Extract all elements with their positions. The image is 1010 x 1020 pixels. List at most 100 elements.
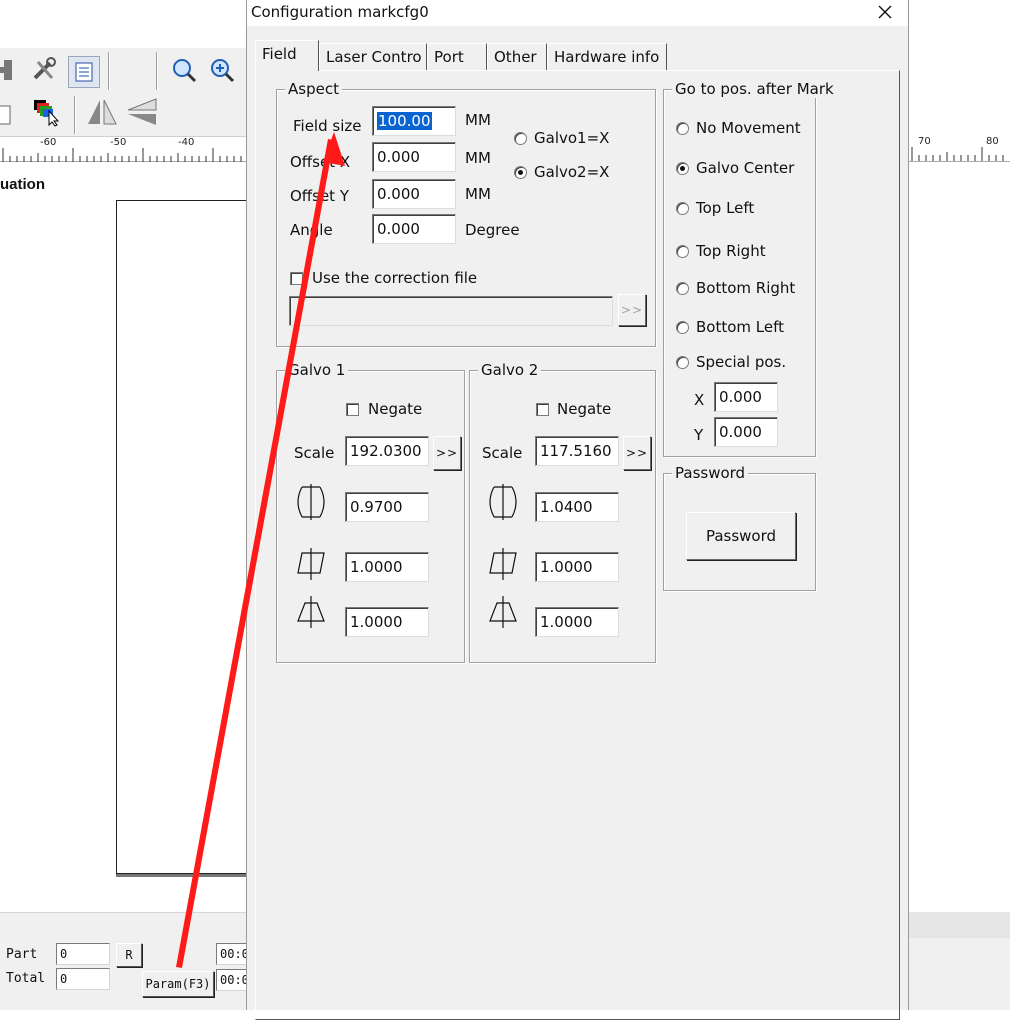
goto-radio-bottom-left[interactable]	[676, 321, 689, 334]
offset-y-label: Offset Y	[290, 187, 349, 205]
galvo1-negate-label: Negate	[368, 400, 423, 418]
goto-radio-no-movement[interactable]	[676, 122, 689, 135]
galvo1-scale-input[interactable]: 192.0300	[345, 436, 429, 466]
galvo2-scale-button[interactable]: >>	[623, 436, 651, 470]
password-button[interactable]: Password	[686, 512, 796, 560]
zoom-in-icon[interactable]	[206, 54, 238, 86]
trapezoid-distortion-icon	[297, 596, 325, 628]
offset-y-unit: MM	[465, 185, 491, 203]
tab-port[interactable]: Port	[427, 43, 487, 71]
layers-icon[interactable]	[30, 96, 62, 128]
use-correction-label: Use the correction file	[312, 269, 478, 287]
field-size-input[interactable]: 100.00	[372, 106, 456, 136]
tab-laser-control[interactable]: Laser Contro	[319, 43, 427, 71]
aspect-group: Aspect Field size 100.00 MM Offset X 0.0…	[276, 80, 656, 347]
tab-field[interactable]: Field	[255, 40, 319, 71]
ruler-number: -60	[40, 137, 57, 148]
galvo1-trapezoid-input[interactable]: 1.0000	[345, 607, 429, 637]
mirror-horizontal-icon[interactable]	[86, 96, 118, 128]
galvo2-x-label: Galvo2=X	[534, 163, 610, 181]
galvo1-x-radio[interactable]	[514, 132, 527, 145]
parallelogram-distortion-icon	[489, 548, 517, 580]
drawing-canvas[interactable]	[116, 200, 256, 874]
goto-radio-special-pos[interactable]	[676, 356, 689, 369]
offset-x-unit: MM	[465, 149, 491, 167]
tools-icon[interactable]	[28, 54, 60, 86]
reset-button[interactable]: R	[116, 943, 142, 967]
correction-browse-button[interactable]: >>	[618, 294, 646, 326]
ruler-number: -50	[110, 137, 127, 148]
goto-label-bottom-left: Bottom Left	[696, 318, 785, 336]
tab-other[interactable]: Other	[487, 43, 547, 71]
goto-label-top-left: Top Left	[696, 199, 755, 217]
part-label: Part	[6, 947, 38, 962]
total-input[interactable]: 0	[56, 968, 110, 990]
dialog-title: Configuration markcfg0	[251, 3, 429, 21]
zoom-icon[interactable]	[168, 54, 200, 86]
close-button[interactable]	[874, 1, 896, 23]
offset-y-input[interactable]: 0.000	[372, 179, 456, 209]
galvo1-negate-checkbox[interactable]	[346, 403, 359, 416]
ruler-number: 80	[986, 136, 999, 147]
offset-x-input[interactable]: 0.000	[372, 142, 456, 172]
galvo1-group: Galvo 1 Negate Scale 192.0300 >> 0.9700 …	[276, 361, 465, 663]
field-size-unit: MM	[465, 111, 491, 129]
barrel-distortion-icon	[489, 484, 517, 520]
dialog-titlebar[interactable]: Configuration markcfg0	[247, 0, 908, 26]
field-tab-panel: Aspect Field size 100.00 MM Offset X 0.0…	[255, 70, 900, 1020]
password-group: Password Password	[663, 464, 816, 591]
goto-radio-top-right[interactable]	[676, 245, 689, 258]
total-label: Total	[6, 971, 46, 986]
goto-radio-top-left[interactable]	[676, 202, 689, 215]
tab-hardware-info[interactable]: Hardware info	[547, 43, 667, 71]
toolbar-separator	[156, 52, 158, 90]
angle-input[interactable]: 0.000	[372, 214, 456, 244]
galvo1-group-label: Galvo 1	[285, 361, 349, 379]
background-panel-title: uation	[0, 176, 45, 193]
galvo2-negate-checkbox[interactable]	[536, 403, 549, 416]
toolbar-separator	[108, 52, 110, 90]
galvo1-scale-button[interactable]: >>	[433, 436, 461, 470]
ruler-number: 70	[918, 136, 931, 147]
galvo2-trapezoid-input[interactable]: 1.0000	[535, 607, 619, 637]
mirror-vertical-icon[interactable]	[126, 96, 158, 128]
galvo2-scale-input[interactable]: 117.5160	[535, 436, 619, 466]
field-size-label: Field size	[293, 117, 362, 135]
special-y-input[interactable]: 0.000	[714, 417, 778, 447]
goto-radio-bottom-right[interactable]	[676, 282, 689, 295]
correction-file-path	[289, 296, 613, 326]
galvo1-scale-label: Scale	[294, 444, 335, 462]
param-button[interactable]: Param(F3)	[142, 971, 214, 997]
galvo1-x-label: Galvo1=X	[534, 129, 610, 147]
special-y-label: Y	[694, 426, 704, 444]
galvo2-group: Galvo 2 Negate Scale 117.5160 >> 1.0400 …	[469, 361, 656, 663]
field-size-value: 100.00	[377, 112, 432, 130]
goto-position-group: Go to pos. after Mark No Movement Galvo …	[663, 80, 837, 457]
horizontal-ruler: -60 -50 -40	[0, 136, 250, 162]
use-correction-checkbox[interactable]	[290, 272, 303, 285]
galvo2-x-radio[interactable]	[514, 166, 527, 179]
time-display-2: 00:0	[216, 969, 250, 991]
goto-label-top-right: Top Right	[696, 242, 766, 260]
goto-label-no-movement: No Movement	[696, 119, 801, 137]
h-icon[interactable]	[0, 54, 18, 86]
list-icon[interactable]	[68, 56, 100, 88]
copy-icon[interactable]	[0, 98, 20, 130]
part-input[interactable]: 0	[56, 943, 110, 965]
galvo1-parallel-input[interactable]: 1.0000	[345, 552, 429, 582]
ruler-number: -40	[178, 137, 195, 148]
aspect-group-label: Aspect	[285, 80, 342, 98]
goto-label-special-pos: Special pos.	[696, 353, 787, 371]
goto-label-galvo-center: Galvo Center	[696, 159, 795, 177]
barrel-distortion-icon	[297, 484, 325, 520]
special-x-input[interactable]: 0.000	[714, 382, 778, 412]
galvo2-parallel-input[interactable]: 1.0000	[535, 552, 619, 582]
galvo2-barrel-input[interactable]: 1.0400	[535, 492, 619, 522]
goto-radio-galvo-center[interactable]	[676, 162, 689, 175]
goto-label-bottom-right: Bottom Right	[696, 279, 796, 297]
galvo1-barrel-input[interactable]: 0.9700	[345, 492, 429, 522]
offset-x-label: Offset X	[290, 153, 351, 171]
toolbar-separator	[74, 96, 76, 134]
galvo2-group-label: Galvo 2	[478, 361, 542, 379]
background-toolbar	[0, 48, 250, 136]
